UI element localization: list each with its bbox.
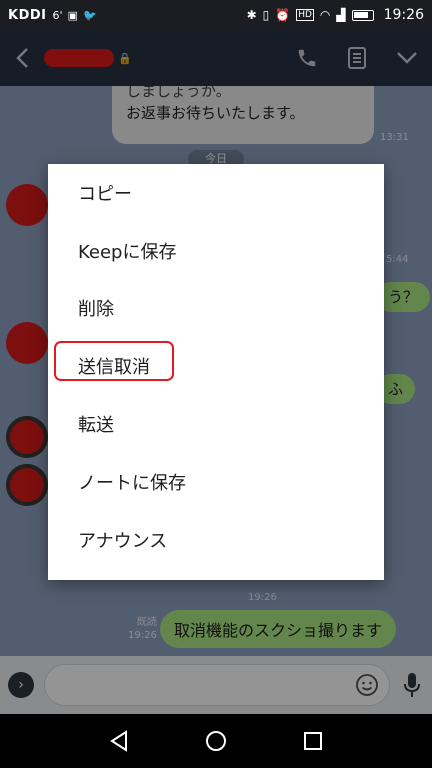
menu-item-save-note[interactable]: ノートに保存 [48, 453, 384, 511]
back-button[interactable] [0, 30, 44, 86]
notes-button[interactable] [332, 30, 382, 86]
message-input-bar: › [0, 656, 432, 714]
partial-bubble[interactable]: う？ [376, 282, 431, 312]
read-label: 既読 [136, 617, 157, 628]
message-input[interactable] [44, 664, 390, 706]
notification-icons: 6' ▣ 🐦 [53, 9, 97, 22]
menu-item-label: ノートに保存 [78, 472, 186, 494]
clock: 19:26 [383, 7, 424, 23]
status-right: ✱ ▯ ⏰ HD ◠ ▟ 19:26 [247, 7, 424, 23]
status-bar: KDDI 6' ▣ 🐦 ✱ ▯ ⏰ HD ◠ ▟ 19:26 [0, 0, 432, 30]
smiley-icon[interactable] [355, 673, 379, 697]
back-triangle-icon [109, 730, 127, 752]
lock-icon: 🔒 [118, 51, 132, 65]
battery-icon [351, 9, 374, 21]
highlight-box [54, 341, 174, 382]
chat-header: 🔒 [0, 30, 432, 86]
menu-item-keep[interactable]: Keepに保存 [48, 222, 384, 280]
timestamp: 19:26 [248, 592, 277, 603]
menu-item-announce[interactable]: アナウンス [48, 511, 384, 569]
vibrate-icon: ▯ [262, 8, 270, 22]
chevron-left-icon [16, 48, 28, 68]
carrier-label: KDDI [8, 7, 47, 23]
twitter-icon: 🐦 [82, 8, 97, 22]
message-context-menu: コピー Keepに保存 削除 送信取消 転送 ノートに保存 アナウンス [48, 164, 384, 580]
read-receipt: 既読 19:26 [128, 616, 157, 642]
photo-icon: ▣ [67, 8, 78, 22]
notes-icon [348, 47, 366, 69]
system-nav-bar [0, 714, 432, 768]
avatar[interactable] [6, 464, 48, 506]
menu-item-label: コピー [78, 183, 132, 205]
redacted-contact-name [44, 49, 114, 67]
menu-item-unsend[interactable]: 送信取消 [48, 337, 384, 395]
message-line: お返事お待ちいたします。 [126, 104, 305, 122]
phone-icon [298, 49, 316, 67]
chevron-right-icon: › [18, 677, 24, 693]
home-circle-icon [205, 731, 226, 751]
menu-item-copy[interactable]: コピー [48, 164, 384, 222]
recents-square-icon [304, 732, 323, 750]
menu-item-label: アナウンス [78, 530, 168, 552]
timestamp: 13:31 [380, 132, 409, 143]
mic-icon [404, 673, 420, 697]
received-message-bubble[interactable]: しましょうか。 お返事お待ちいたします。 [112, 86, 374, 144]
hd-icon: HD [296, 9, 314, 21]
expand-button[interactable]: › [8, 672, 34, 698]
message-line: しましょうか。 [126, 86, 231, 100]
avatar[interactable] [6, 416, 48, 458]
avatar[interactable] [6, 184, 48, 226]
nav-recents-button[interactable] [293, 721, 333, 761]
bluetooth-icon: ✱ [246, 8, 257, 22]
alarm-icon: ⏰ [275, 8, 291, 22]
timestamp: 5:44 [386, 254, 409, 265]
menu-item-forward[interactable]: 転送 [48, 395, 384, 453]
menu-item-delete[interactable]: 削除 [48, 280, 384, 338]
timestamp: 19:26 [128, 630, 157, 641]
signal-6-icon: 6' [52, 8, 63, 22]
menu-toggle-button[interactable] [382, 30, 432, 86]
call-button[interactable] [282, 30, 332, 86]
sent-message-bubble[interactable]: 取消機能のスクショ撮ります [160, 610, 397, 648]
menu-item-label: Keepに保存 [78, 241, 177, 263]
cell-signal-icon: ▟ [336, 8, 346, 22]
chat-title[interactable]: 🔒 [44, 49, 132, 67]
menu-item-label: 転送 [78, 415, 114, 437]
avatar[interactable] [6, 322, 48, 364]
nav-back-button[interactable] [99, 721, 139, 761]
wifi-icon: ◠ [319, 8, 331, 22]
nav-home-button[interactable] [196, 721, 236, 761]
menu-item-label: 削除 [78, 299, 114, 321]
mic-button[interactable] [400, 672, 424, 698]
chevron-down-icon [397, 52, 417, 64]
